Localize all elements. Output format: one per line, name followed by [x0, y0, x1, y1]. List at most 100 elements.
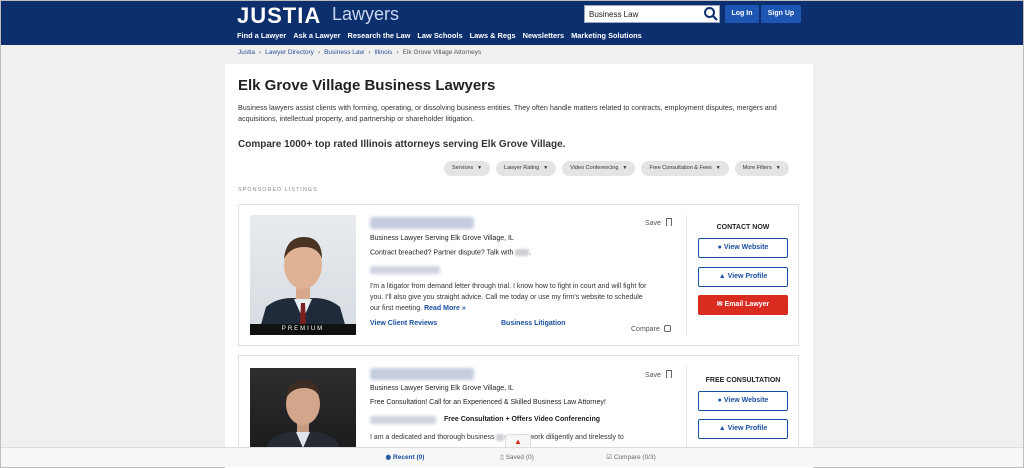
breadcrumb-illinois[interactable]: Illinois	[374, 49, 392, 56]
listing-bio: I'm a litigator from demand letter throu…	[370, 281, 650, 314]
lawyer-name-blurred[interactable]	[370, 217, 474, 229]
breadcrumb-separator: ›	[368, 49, 371, 56]
lawyer-portrait-icon	[262, 380, 344, 456]
lawyer-photo[interactable]	[250, 368, 356, 456]
bottom-bar: ◉ Recent (0) ▯ Saved (0) ☑ Compare (0/3)	[1, 447, 1023, 467]
button-label: View Profile	[727, 273, 768, 280]
view-client-reviews-link[interactable]: View Client Reviews	[370, 320, 437, 327]
bookmark-icon	[665, 218, 672, 226]
lawyer-photo[interactable]: PREMIUM	[250, 215, 356, 335]
breadcrumb-separator: ›	[396, 49, 399, 56]
phone-blurred[interactable]	[370, 266, 440, 274]
nav-ask-a-lawyer[interactable]: Ask a Lawyer	[293, 31, 340, 40]
checkbox-icon: ☑	[606, 454, 613, 461]
nav-law-schools[interactable]: Law Schools	[417, 31, 462, 40]
checkbox-icon	[663, 325, 671, 332]
lawyers-logo-text[interactable]: Lawyers	[332, 4, 399, 25]
view-profile-button[interactable]: ▲ View Profile	[698, 419, 788, 439]
main-nav: Find a Lawyer Ask a Lawyer Research the …	[237, 31, 642, 40]
view-website-button[interactable]: ● View Website	[698, 238, 788, 258]
filter-bar: Services ▼ Lawyer Rating ▼ Video Conferenc…	[444, 161, 789, 176]
button-label: View Website	[723, 397, 769, 404]
listing-subtitle: Business Lawyer Serving Elk Grove Villag…	[370, 235, 514, 242]
breadcrumb-lawyer-directory[interactable]: Lawyer Directory	[265, 49, 314, 56]
listing-tagline: Free Consultation! Call for an Experienc…	[370, 399, 606, 406]
bio-text: I am a dedicated and thorough business	[370, 434, 495, 441]
practice-area-link[interactable]: Business Litigation	[501, 320, 566, 327]
breadcrumb-business-law[interactable]: Business Law	[324, 49, 364, 56]
filter-label: Lawyer Rating	[504, 165, 540, 171]
saved-label: Saved (0)	[505, 454, 534, 461]
save-button[interactable]: Save	[645, 218, 672, 227]
saved-tab[interactable]: ▯ Saved (0)	[461, 448, 573, 468]
button-label: View Website	[723, 244, 769, 251]
filter-label: Services	[452, 165, 474, 171]
email-lawyer-button[interactable]: ✉ Email Lawyer	[698, 295, 788, 315]
divider	[686, 215, 687, 335]
filter-services[interactable]: Services ▼	[444, 161, 491, 176]
save-label: Save	[645, 220, 661, 227]
caret-down-icon: ▼	[622, 165, 628, 171]
envelope-icon: ✉	[716, 301, 723, 308]
search-input[interactable]: Business Law	[584, 5, 720, 23]
filter-label: More Filters	[742, 165, 772, 171]
nav-marketing-solutions[interactable]: Marketing Solutions	[571, 31, 642, 40]
globe-icon: ●	[717, 244, 722, 251]
sponsored-label: SPONSORED LISTINGS	[238, 187, 318, 193]
save-button[interactable]: Save	[645, 370, 672, 379]
blurred-name	[515, 249, 530, 256]
compare-label: Compare (0/3)	[613, 454, 656, 461]
listing-features: Free Consultation + Offers Video Confere…	[444, 416, 601, 423]
lawyer-portrait-icon	[258, 237, 348, 335]
compare-label: Compare	[631, 326, 660, 333]
filter-lawyer-rating[interactable]: Lawyer Rating ▼	[496, 161, 557, 176]
user-icon: ▲	[718, 273, 726, 280]
listing-card: PREMIUM Business Lawyer Serving Elk Grov…	[238, 204, 799, 346]
breadcrumb-separator: ›	[258, 49, 262, 56]
contact-now-heading: CONTACT NOW	[716, 224, 770, 231]
button-label: View Profile	[727, 425, 768, 432]
button-label: Email Lawyer	[724, 301, 770, 308]
recent-tab[interactable]: ◉ Recent (0)	[349, 448, 461, 468]
caret-down-icon: ▼	[715, 165, 721, 171]
save-label: Save	[645, 372, 661, 379]
free-consultation-heading: FREE CONSULTATION	[705, 377, 781, 384]
divider	[686, 366, 687, 454]
recent-label: Recent (0)	[393, 454, 425, 461]
breadcrumb-current: Elk Grove Village Attorneys	[402, 49, 482, 56]
eye-icon: ◉	[385, 454, 392, 461]
filter-video-conferencing[interactable]: Video Conferencing ▼	[562, 161, 636, 176]
filter-more-filters[interactable]: More Filters ▼	[734, 161, 789, 176]
compare-tab[interactable]: ☑ Compare (0/3)	[573, 448, 689, 468]
nav-research-the-law[interactable]: Research the Law	[348, 31, 411, 40]
signup-button[interactable]: Sign Up	[761, 5, 801, 23]
view-website-button[interactable]: ● View Website	[698, 391, 788, 411]
breadcrumb-justia[interactable]: Justia	[238, 49, 255, 56]
chevron-up-icon: ▲	[514, 437, 522, 446]
tagline-text: Contract breached? Partner dispute? Talk…	[370, 249, 514, 257]
login-button[interactable]: Log In	[725, 5, 759, 23]
bookmark-icon	[665, 370, 672, 378]
page-description: Business lawyers assist clients with for…	[238, 103, 777, 123]
justia-logo[interactable]: JUSTIA	[237, 3, 321, 29]
globe-icon: ●	[717, 397, 722, 404]
user-icon: ▲	[718, 425, 726, 432]
compare-checkbox[interactable]: Compare	[631, 325, 671, 333]
premium-badge: PREMIUM	[250, 324, 356, 335]
listing-tagline: Contract breached? Partner dispute? Talk…	[370, 249, 531, 256]
nav-laws-regs[interactable]: Laws & Regs	[470, 31, 516, 40]
filter-label: Free Consultation & Fees	[649, 165, 712, 171]
phone-blurred[interactable]	[370, 416, 436, 424]
search-icon[interactable]	[703, 6, 719, 22]
nav-newsletters[interactable]: Newsletters	[523, 31, 565, 40]
bottom-bar-toggle[interactable]: ▲	[505, 434, 531, 448]
nav-find-a-lawyer[interactable]: Find a Lawyer	[237, 31, 286, 40]
bio-text: I'm a litigator from demand letter throu…	[370, 283, 647, 312]
page-title: Elk Grove Village Business Lawyers	[238, 77, 496, 94]
filter-free-consultation[interactable]: Free Consultation & Fees ▼	[641, 161, 729, 176]
view-profile-button[interactable]: ▲ View Profile	[698, 267, 788, 287]
listing-subtitle: Business Lawyer Serving Elk Grove Villag…	[370, 385, 514, 392]
read-more-link[interactable]: Read More »	[424, 305, 466, 312]
lawyer-name-blurred[interactable]	[370, 368, 474, 380]
caret-down-icon: ▼	[775, 165, 781, 171]
